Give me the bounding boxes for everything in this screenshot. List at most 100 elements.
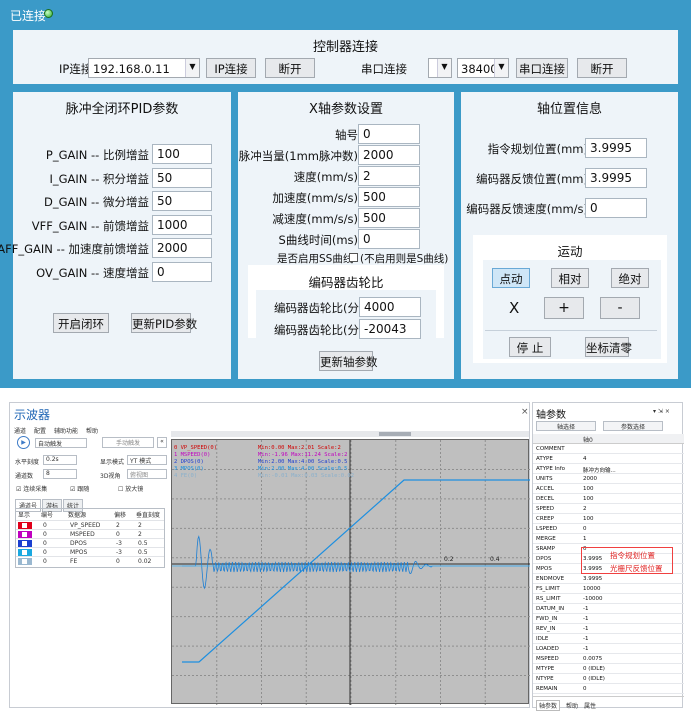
param-row[interactable]: FS_LIMIT 10000 xyxy=(533,584,684,594)
param-value[interactable]: -1 xyxy=(583,636,588,642)
param-row[interactable]: DECEL 100 xyxy=(533,494,684,504)
param-value[interactable]: 0 (IDLE) xyxy=(583,666,605,672)
stop-button[interactable]: 停 止 xyxy=(509,337,551,357)
param-row[interactable]: MSPEED 0.0075 xyxy=(533,654,684,664)
param-value[interactable]: 100 xyxy=(583,516,594,522)
disconnect-serial-button[interactable]: 断开 xyxy=(577,58,627,78)
pid-row-field[interactable]: 50 xyxy=(152,167,212,188)
position-row-field[interactable]: 0 xyxy=(585,198,647,218)
channel-count-combo[interactable]: 8 xyxy=(43,469,77,479)
channel-row[interactable]: 0 MPOS -3 0.5 xyxy=(16,547,164,556)
x-axis-row-field[interactable]: 2000 xyxy=(358,145,420,165)
jog-minus-button[interactable]: - xyxy=(600,297,640,319)
param-row[interactable]: ATYPE Info 脉冲方向输... xyxy=(533,464,684,474)
param-row[interactable]: UNITS 2000 xyxy=(533,474,684,484)
param-value[interactable]: 0 xyxy=(583,686,587,692)
display-mode-combo[interactable]: YT 模式 xyxy=(127,455,167,465)
zoom-checkbox[interactable]: ☐ 放大镜 xyxy=(118,484,143,493)
param-row[interactable]: SPEED 2 xyxy=(533,504,684,514)
scope-menu-item[interactable]: 通道 xyxy=(14,428,26,435)
disconnect-ip-button[interactable]: 断开 xyxy=(265,58,315,78)
position-row-field[interactable]: 3.9995 xyxy=(585,168,647,188)
open-loop-button[interactable]: 开启闭环 xyxy=(53,313,109,333)
param-select-button[interactable]: 参数选择 xyxy=(603,421,663,431)
param-row[interactable]: NTYPE 0 (IDLE) xyxy=(533,674,684,684)
continuous-checkbox[interactable]: ☑ 连续采集 xyxy=(16,484,47,493)
channel-row[interactable]: 0 MSPEED 0 2 xyxy=(16,529,164,538)
x-axis-row-field[interactable]: 500 xyxy=(358,187,420,207)
ip-combo[interactable]: 192.168.0.11 ▼ xyxy=(88,58,200,78)
axis-panel-tab[interactable]: 帮助 xyxy=(566,701,578,710)
param-value[interactable]: 2000 xyxy=(583,476,597,482)
param-value[interactable]: 2 xyxy=(583,506,587,512)
param-value[interactable]: 0 xyxy=(583,526,587,532)
hscale-combo[interactable]: 0.2s xyxy=(43,455,77,465)
channel-visible-checkbox[interactable] xyxy=(22,559,27,564)
param-row[interactable]: IDLE -1 xyxy=(533,634,684,644)
param-value[interactable]: 100 xyxy=(583,496,594,502)
gear-denominator-field[interactable]: -20043 xyxy=(359,319,421,339)
plot-scrollbar-thumb[interactable] xyxy=(379,432,411,436)
param-row[interactable]: RS_LIMIT -10000 xyxy=(533,594,684,604)
absolute-button[interactable]: 绝对 xyxy=(611,268,649,288)
param-value[interactable]: 3.9995 xyxy=(583,576,602,582)
gear-numerator-field[interactable]: 4000 xyxy=(359,297,421,317)
pid-row-field[interactable]: 1000 xyxy=(152,214,212,235)
panel-pin-icons[interactable]: ▾ ⇲ × xyxy=(653,408,670,415)
pid-row-field[interactable]: 0 xyxy=(152,261,212,282)
channel-visible-checkbox[interactable] xyxy=(22,532,27,537)
play-icon[interactable]: ▶ xyxy=(17,436,30,449)
jog-button[interactable]: 点动 xyxy=(492,268,530,288)
param-row[interactable]: MERGE 1 xyxy=(533,534,684,544)
channel-visible-checkbox[interactable] xyxy=(22,541,27,546)
param-value[interactable]: -1 xyxy=(583,616,588,622)
s-curve-checkbox[interactable] xyxy=(349,253,358,262)
update-pid-button[interactable]: 更新PID参数 xyxy=(131,313,197,333)
channel-row[interactable]: 0 DPOS -3 0.5 xyxy=(16,538,164,547)
channel-visible-checkbox[interactable] xyxy=(22,550,27,555)
pid-row-field[interactable]: 50 xyxy=(152,191,212,211)
view-3d-combo[interactable]: 俯视图 xyxy=(127,469,167,479)
param-row[interactable]: FWD_IN -1 xyxy=(533,614,684,624)
manual-trigger-button[interactable]: 手动触发 xyxy=(102,437,154,448)
x-axis-row-field[interactable]: 0 xyxy=(358,124,420,144)
param-value[interactable]: 1 xyxy=(583,536,587,542)
channel-row[interactable]: 0 FE 0 0.02 xyxy=(16,556,164,565)
baud-combo[interactable]: 38400 ▼ xyxy=(457,58,509,78)
param-row[interactable]: MTYPE 0 (IDLE) xyxy=(533,664,684,674)
scope-menu-item[interactable]: 帮助 xyxy=(86,428,98,435)
param-value[interactable]: -10000 xyxy=(583,596,602,602)
x-axis-row-field[interactable]: 2 xyxy=(358,166,420,186)
scope-menu-item[interactable]: 辅助功能 xyxy=(54,428,78,435)
param-value[interactable]: 脉冲方向输... xyxy=(583,466,616,474)
param-value[interactable]: 0.0075 xyxy=(583,656,602,662)
position-row-field[interactable]: 3.9995 xyxy=(585,138,647,158)
param-value[interactable]: -1 xyxy=(583,606,588,612)
jog-plus-button[interactable]: + xyxy=(544,297,584,319)
x-axis-row-field[interactable]: 0 xyxy=(358,229,420,249)
serial-connect-button[interactable]: 串口连接 xyxy=(516,58,568,78)
param-row[interactable]: CREEP 100 xyxy=(533,514,684,524)
param-value[interactable]: 0 (IDLE) xyxy=(583,676,605,682)
param-row[interactable]: DATUM_IN -1 xyxy=(533,604,684,614)
zero-coordinates-button[interactable]: 坐标清零 xyxy=(585,337,632,357)
axis-select-button[interactable]: 轴选择 xyxy=(536,421,596,431)
param-row[interactable]: ATYPE 4 xyxy=(533,454,684,464)
pid-row-field[interactable]: 100 xyxy=(152,144,212,164)
update-axis-button[interactable]: 更新轴参数 xyxy=(319,351,378,371)
channel-visible-checkbox[interactable] xyxy=(22,523,27,528)
collapse-button[interactable]: « xyxy=(157,437,167,448)
param-row[interactable]: ENDMOVE 3.9995 xyxy=(533,574,684,584)
serial-port-combo[interactable]: ▼ xyxy=(428,58,452,78)
ip-connect-button[interactable]: IP连接 xyxy=(206,58,256,78)
param-value[interactable]: -1 xyxy=(583,646,588,652)
param-value[interactable]: 100 xyxy=(583,486,594,492)
param-row[interactable]: LOADED -1 xyxy=(533,644,684,654)
scope-menu-item[interactable]: 配置 xyxy=(34,428,46,435)
channel-row[interactable]: 0 VP_SPEED 2 2 xyxy=(16,520,164,529)
param-row[interactable]: REMAIN 0 xyxy=(533,684,684,694)
follow-checkbox[interactable]: ☑ 跟随 xyxy=(70,484,89,493)
x-axis-row-field[interactable]: 500 xyxy=(358,208,420,228)
plot-scrollbar[interactable] xyxy=(171,431,529,437)
param-value[interactable]: 4 xyxy=(583,456,587,462)
